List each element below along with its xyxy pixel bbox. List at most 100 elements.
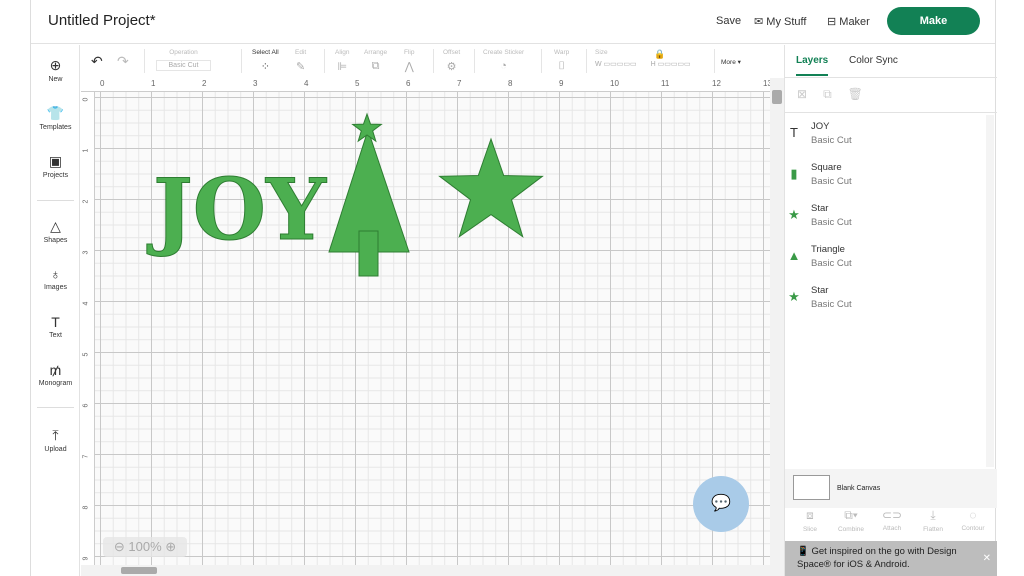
pencil-icon: ✎ — [295, 61, 306, 73]
arrange-button[interactable]: Arrange ⧉ — [364, 49, 387, 73]
combine-icon: ⧉▾ — [844, 508, 858, 522]
header: Untitled Project* Save ✉ My Stuff ⊟ Make… — [31, 0, 995, 44]
align-icon: ⊫ — [337, 61, 348, 73]
ruler-tick-label: 7 — [457, 79, 462, 88]
sidebar-item-monogram[interactable]: ₥ Monogram — [31, 362, 80, 387]
phone-icon: 📱 — [797, 546, 809, 557]
sidebar-item-images[interactable]: ♁ Images — [31, 266, 80, 291]
ruler-tick-label: 6 — [82, 403, 90, 408]
star-icon: ★ — [788, 207, 800, 222]
slice-icon: ⧈ — [806, 508, 814, 522]
layer-item[interactable]: ▲ Triangle Basic Cut — [788, 244, 852, 269]
monogram-icon: ₥ — [49, 362, 62, 378]
offset-button[interactable]: Offset ⚙ — [443, 49, 460, 73]
make-button[interactable]: Make — [887, 7, 980, 35]
arrange-icon: ⧉ — [371, 60, 380, 72]
lock-icon[interactable]: 🔒 — [654, 49, 665, 60]
select-all-button[interactable]: Select All ⁘ — [252, 49, 279, 73]
promo-banner: 📱 Get inspired on the go with Design Spa… — [785, 541, 997, 576]
group-icon[interactable]: ⊠ — [797, 87, 823, 101]
flip-icon: ⋀ — [404, 61, 414, 73]
sidebar-item-upload[interactable]: ⤒ Upload — [31, 427, 80, 453]
ruler-tick-label: 0 — [100, 79, 105, 88]
combine-button[interactable]: ⧉▾ Combine — [830, 508, 872, 533]
my-stuff-button[interactable]: ✉ My Stuff — [754, 15, 806, 28]
layer-item[interactable]: ▮ Square Basic Cut — [790, 162, 851, 187]
project-title[interactable]: Untitled Project* — [48, 12, 156, 29]
star-shape-large[interactable] — [438, 137, 544, 238]
tab-color-sync[interactable]: Color Sync — [849, 55, 898, 66]
ruler-tick-label: 0 — [82, 97, 90, 102]
folder-icon: ✉ — [754, 16, 767, 28]
ruler-tick-label: 9 — [82, 556, 90, 561]
ruler-tick-label: 5 — [355, 79, 360, 88]
save-button[interactable]: Save — [716, 15, 741, 27]
sticker-icon: ◔ — [500, 60, 507, 72]
height-input[interactable]: H — [651, 61, 656, 68]
ruler-tick-label: 2 — [202, 79, 207, 88]
zoom-in-icon[interactable]: ⊕ — [165, 539, 176, 554]
plus-circle-icon: ⊕ — [49, 57, 62, 73]
width-input[interactable]: W — [595, 61, 602, 68]
lightbulb-icon: ♁ — [50, 266, 61, 282]
ruler-tick-label: 4 — [82, 301, 90, 306]
projects-icon: ▣ — [48, 153, 63, 169]
slice-button[interactable]: ⧈ Slice — [789, 508, 831, 533]
duplicate-icon[interactable]: ⧉ — [823, 87, 848, 101]
offset-icon: ⚙ — [446, 61, 457, 73]
ruler-tick-label: 11 — [661, 79, 670, 88]
flip-button[interactable]: Flip ⋀ — [404, 49, 414, 73]
zoom-control[interactable]: ⊖ 100% ⊕ — [103, 537, 187, 557]
align-button[interactable]: Align ⊫ — [335, 49, 349, 73]
triangle-icon: ▲ — [787, 248, 801, 263]
undo-icon[interactable]: ↶ — [91, 53, 103, 70]
ruler-tick-label: 1 — [82, 148, 90, 153]
divider — [37, 407, 74, 408]
trash-icon[interactable]: 🗑 — [848, 87, 879, 101]
square-icon: ▮ — [790, 166, 798, 181]
horizontal-scrollbar[interactable] — [81, 565, 784, 576]
ruler-tick-label: 7 — [82, 454, 90, 459]
left-sidebar: ⊕ New 👕 Templates ▣ Projects △ Shapes ♁ Image… — [31, 45, 80, 576]
sidebar-item-shapes[interactable]: △ Shapes — [31, 218, 80, 244]
joy-text[interactable]: JOY — [145, 160, 327, 260]
upload-icon: ⤒ — [52, 427, 59, 443]
flatten-icon: ⤓ — [930, 508, 936, 522]
vertical-scrollbar[interactable] — [770, 78, 784, 565]
star-icon: ★ — [788, 289, 800, 304]
text-icon: T — [51, 314, 60, 330]
redo-icon[interactable]: ↷ — [117, 53, 129, 70]
ruler-tick-label: 3 — [82, 250, 90, 255]
ruler-tick-label: 9 — [559, 79, 564, 88]
maker-button[interactable]: ⊟ Maker — [827, 15, 870, 28]
ruler-tick-label: 8 — [508, 79, 513, 88]
design-canvas[interactable]: JOY — [95, 92, 770, 565]
blank-canvas-row[interactable]: Blank Canvas — [785, 469, 997, 508]
edit-button[interactable]: Edit ✎ — [295, 49, 306, 73]
sidebar-item-templates[interactable]: 👕 Templates — [31, 105, 80, 131]
ruler-tick-label: 4 — [304, 79, 309, 88]
sidebar-item-text[interactable]: T Text — [31, 314, 80, 339]
shirt-icon: 👕 — [46, 105, 65, 121]
sidebar-item-projects[interactable]: ▣ Projects — [31, 153, 80, 179]
square-shape[interactable] — [358, 230, 379, 277]
contour-button[interactable]: ◌ Contour — [952, 508, 994, 532]
zoom-out-icon[interactable]: ⊖ — [114, 539, 125, 554]
layers-scrollbar[interactable] — [986, 115, 994, 467]
attach-button[interactable]: ⊂⊃ Attach — [871, 508, 913, 532]
chat-button[interactable]: 💬 — [693, 476, 749, 532]
sidebar-item-new[interactable]: ⊕ New — [31, 57, 80, 83]
operation-select[interactable]: Operation Basic Cut — [156, 49, 211, 71]
select-all-icon: ⁘ — [260, 61, 270, 73]
attach-icon: ⊂⊃ — [881, 508, 903, 522]
flatten-button[interactable]: ⤓ Flatten — [912, 508, 954, 533]
warp-button[interactable]: Warp ⌷ — [554, 49, 569, 73]
tab-layers[interactable]: Layers — [796, 55, 829, 76]
layer-item[interactable]: ★ Star Basic Cut — [788, 285, 851, 310]
layer-item[interactable]: T JOY Basic Cut — [790, 121, 852, 146]
layer-item[interactable]: ★ Star Basic Cut — [788, 203, 851, 228]
close-icon[interactable]: ✕ — [983, 552, 991, 565]
create-sticker-button[interactable]: Create Sticker ◔ — [483, 49, 524, 72]
more-button[interactable]: More ▾ — [721, 58, 741, 66]
warp-icon: ⌷ — [558, 60, 565, 72]
